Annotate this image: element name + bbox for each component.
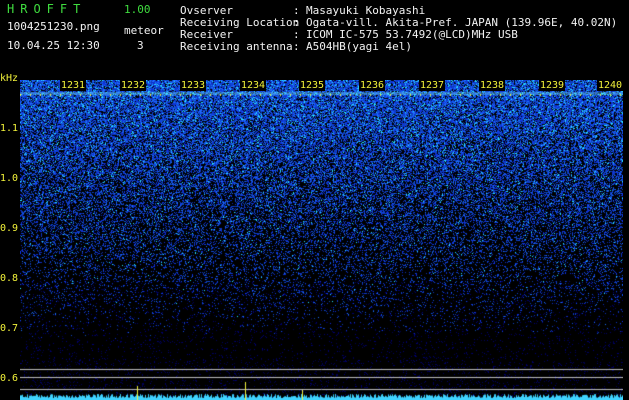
x-tick-1231: 1231 — [60, 80, 87, 91]
x-tick-1239: 1239 — [539, 80, 566, 91]
y-axis-unit: kHz — [0, 73, 19, 84]
y-tick-0-7: 0.7 — [0, 323, 19, 334]
y-tick-1-1: 1.1 — [0, 123, 19, 134]
antenna-value: A504HB(yagi 4el) — [306, 40, 412, 53]
app-title: HROFFT — [7, 2, 87, 16]
detection-count: 3 — [137, 39, 144, 52]
y-tick-0-6: 0.6 — [0, 373, 19, 384]
x-tick-1236: 1236 — [359, 80, 386, 91]
detection-label: meteor — [124, 24, 164, 37]
x-tick-1233: 1233 — [180, 80, 207, 91]
x-tick-1234: 1234 — [240, 80, 267, 91]
x-tick-1235: 1235 — [299, 80, 326, 91]
x-tick-1238: 1238 — [479, 80, 506, 91]
y-tick-1-0: 1.0 — [0, 173, 19, 184]
capture-datetime: 10.04.25 12:30 — [7, 39, 100, 52]
spectrogram-canvas — [20, 80, 623, 400]
antenna-separator: : — [293, 40, 300, 53]
file-name: 1004251230.png — [7, 20, 100, 33]
x-tick-1232: 1232 — [120, 80, 147, 91]
y-tick-0-9: 0.9 — [0, 223, 19, 234]
x-tick-1240: 1240 — [597, 80, 624, 91]
app-version: 1.00 — [124, 3, 151, 16]
antenna-label: Receiving antenna — [180, 40, 293, 53]
y-tick-0-8: 0.8 — [0, 273, 19, 284]
x-tick-1237: 1237 — [419, 80, 446, 91]
